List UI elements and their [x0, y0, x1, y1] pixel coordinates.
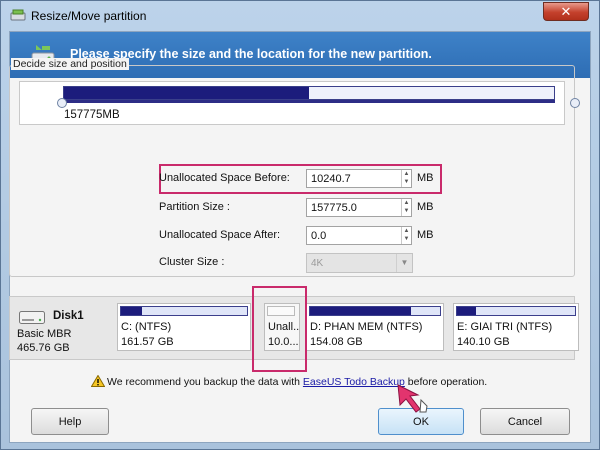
- partition-size-input[interactable]: 157775.0 ▲ ▼: [306, 198, 412, 217]
- cluster-size-label: Cluster Size :: [159, 256, 225, 268]
- unallocated-before-unit: MB: [417, 172, 434, 184]
- partition-c-bar: [120, 306, 248, 316]
- easeus-todo-backup-link[interactable]: EaseUS Todo Backup: [303, 376, 405, 388]
- partition-c-name: C: (NTFS): [121, 321, 172, 333]
- partition-e-name: E: GIAI TRI (NTFS): [457, 321, 553, 333]
- disk-name: Disk1: [53, 310, 84, 322]
- resize-move-dialog: Resize/Move partition ✕ Please specify t…: [0, 0, 600, 450]
- left-resize-handle[interactable]: [57, 98, 67, 108]
- partition-e-bar: [456, 306, 576, 316]
- unallocated-after-spinner[interactable]: ▲ ▼: [401, 227, 411, 244]
- partition-c-fill: [121, 307, 143, 315]
- unallocated-before-value: 10240.7: [311, 173, 351, 185]
- unallocated-after-label: Unallocated Space After:: [159, 229, 281, 241]
- group-legend: Decide size and position: [11, 58, 129, 70]
- title-bar[interactable]: Resize/Move partition ✕: [1, 1, 599, 31]
- unallocated-after-value: 0.0: [311, 230, 327, 242]
- partition-d-size: 154.08 GB: [310, 336, 363, 348]
- partition-bar-underline: [63, 100, 555, 103]
- partition-bar[interactable]: [63, 86, 555, 100]
- partition-c-size: 161.57 GB: [121, 336, 174, 348]
- partition-d-name: D: PHAN MEM (NTFS): [310, 321, 423, 333]
- partition-size-unit: MB: [417, 201, 434, 213]
- partition-size-readout: 157775MB: [64, 109, 120, 121]
- close-button[interactable]: ✕: [543, 2, 589, 21]
- partition-d-fill: [310, 307, 412, 315]
- partition-e-fill: [457, 307, 476, 315]
- partition-e[interactable]: E: GIAI TRI (NTFS) 140.10 GB: [453, 303, 579, 351]
- help-button[interactable]: Help: [31, 408, 109, 435]
- right-resize-handle[interactable]: [570, 98, 580, 108]
- partition-c[interactable]: C: (NTFS) 161.57 GB: [117, 303, 251, 351]
- partition-d[interactable]: D: PHAN MEM (NTFS) 154.08 GB: [306, 303, 444, 351]
- partition-slider-panel[interactable]: 157775MB: [19, 81, 565, 125]
- partition-size-spinner[interactable]: ▲ ▼: [401, 199, 411, 216]
- partition-tool-icon: [10, 9, 26, 21]
- partition-size-label: Partition Size :: [159, 201, 230, 213]
- cancel-button[interactable]: Cancel: [480, 408, 570, 435]
- partition-d-bar: [309, 306, 441, 316]
- chevron-down-icon[interactable]: ▼: [396, 254, 412, 272]
- partition-e-size: 140.10 GB: [457, 336, 510, 348]
- disk-size: 465.76 GB: [17, 342, 70, 354]
- partition-size-value: 157775.0: [311, 202, 357, 214]
- cluster-size-select[interactable]: 4K ▼: [306, 253, 413, 273]
- hard-disk-icon: [19, 311, 45, 324]
- unallocated-after-input[interactable]: 0.0 ▲ ▼: [306, 226, 412, 245]
- warning-icon: [91, 375, 105, 387]
- mouse-pointer-icon: [397, 384, 428, 413]
- notice-text: We recommend you backup the data with: [107, 376, 303, 388]
- unallocated-before-spinner[interactable]: ▲ ▼: [401, 170, 411, 187]
- unallocated-after-unit: MB: [417, 229, 434, 241]
- cluster-size-value: 4K: [311, 258, 324, 269]
- unallocated-before-label: Unallocated Space Before:: [159, 172, 290, 184]
- disk-type: Basic MBR: [17, 328, 72, 340]
- partition-used-fill: [64, 87, 309, 99]
- window-title: Resize/Move partition: [31, 9, 147, 23]
- unallocated-before-input[interactable]: 10240.7 ▲ ▼: [306, 169, 412, 188]
- unallocated-highlight: [252, 286, 307, 372]
